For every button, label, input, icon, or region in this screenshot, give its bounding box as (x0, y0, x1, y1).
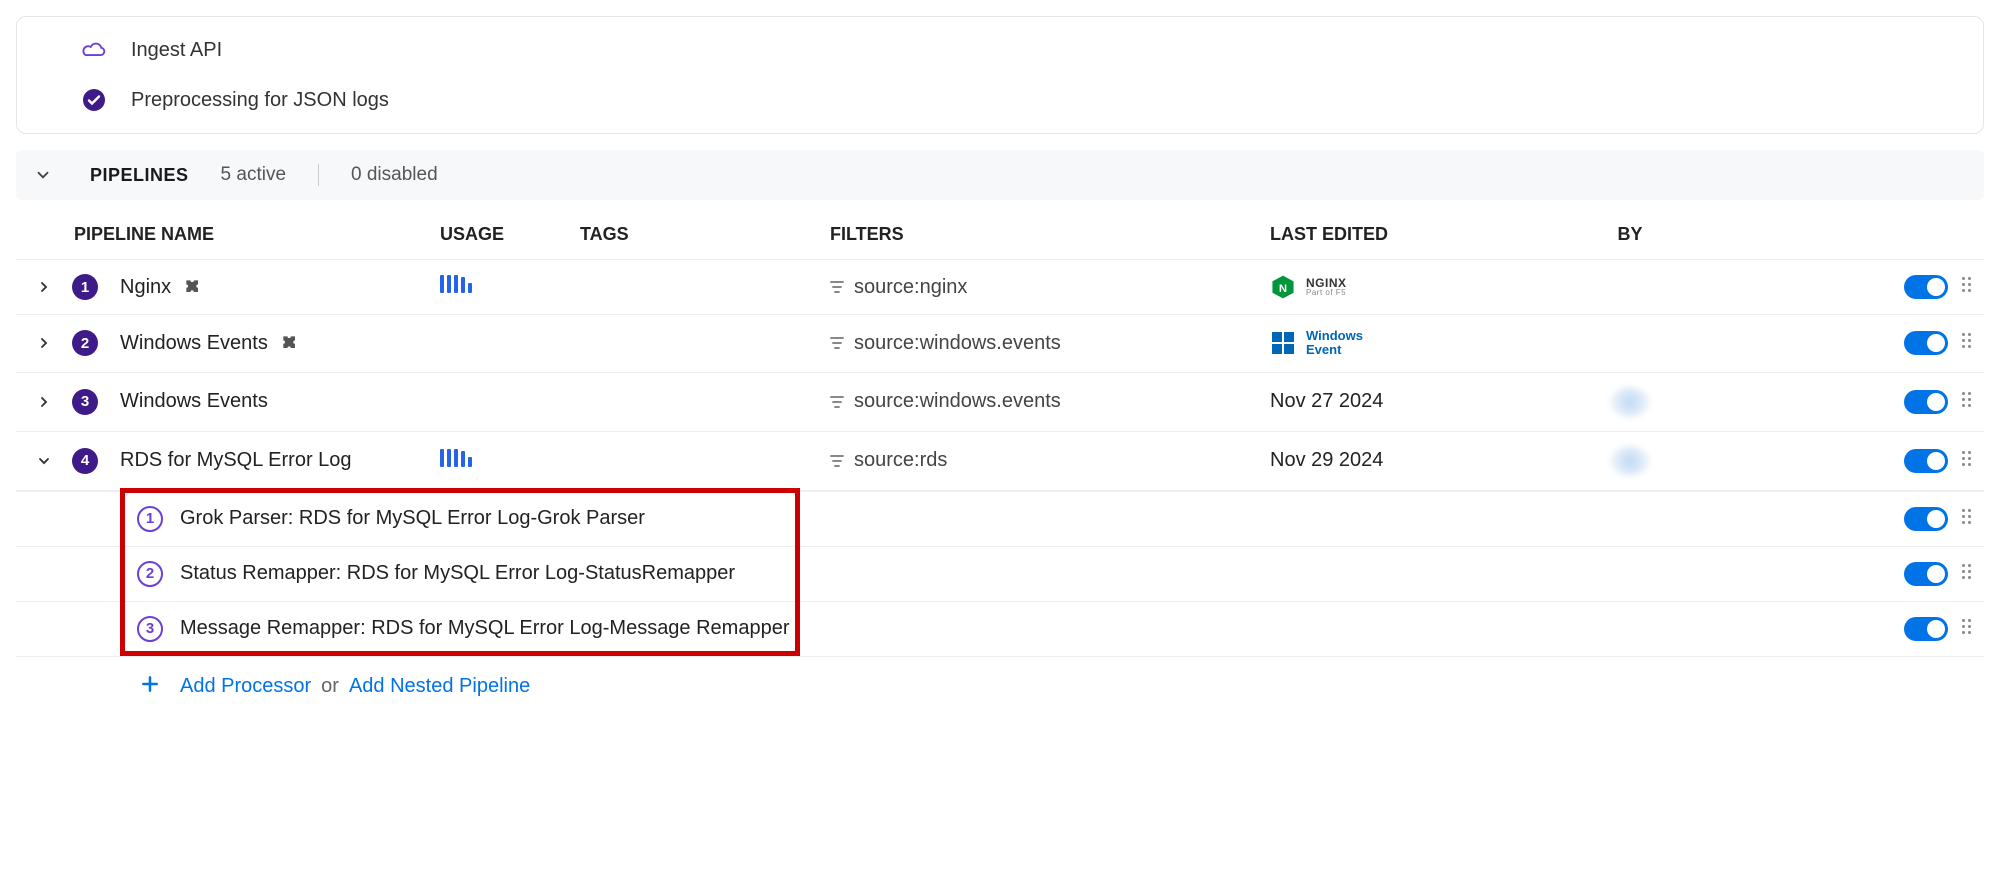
drag-handle[interactable] (1962, 277, 1972, 297)
divider (318, 164, 319, 186)
filter-cell: source:windows.events (830, 390, 1270, 413)
pipelines-bar: PIPELINES 5 active 0 disabled (16, 150, 1984, 200)
expand-toggle[interactable] (16, 335, 72, 351)
row-number: 3 (72, 389, 98, 415)
add-processor-link[interactable]: Add Processor (180, 675, 311, 698)
pipeline-row[interactable]: 3 Windows Events source:windows.events N… (16, 372, 1984, 431)
add-row: Add Processor or Add Nested Pipeline (16, 656, 1984, 717)
logo-text: NGINXPart of F5 (1306, 277, 1347, 297)
editor-cell: Nov 27 2024 (1270, 390, 1550, 413)
ingest-row: Ingest API (17, 25, 1983, 75)
filter-cell: source:rds (830, 449, 1270, 472)
pipeline-row[interactable]: 4 RDS for MySQL Error Log source:rds Nov… (16, 431, 1984, 491)
filter-text: source:rds (854, 449, 947, 472)
filter-text: source:windows.events (854, 332, 1061, 355)
last-edited-date: Nov 29 2024 (1270, 449, 1383, 472)
filter-cell: source:windows.events (830, 332, 1270, 355)
pipeline-name: RDS for MySQL Error Log (120, 449, 440, 472)
processor-number: 3 (137, 616, 163, 642)
svg-text:N: N (1279, 283, 1287, 295)
toggle-enabled[interactable] (1904, 617, 1948, 641)
puzzle-icon (183, 277, 203, 297)
last-edited-date: Nov 27 2024 (1270, 390, 1383, 413)
active-count: 5 active (221, 164, 286, 186)
table-header: PIPELINE NAME USAGE TAGS FILTERS LAST ED… (16, 210, 1984, 259)
expand-toggle[interactable] (16, 279, 72, 295)
toggle-enabled[interactable] (1904, 331, 1948, 355)
or-text: or (321, 675, 339, 698)
filter-text: source:windows.events (854, 390, 1061, 413)
editor-cell: N NGINXPart of F5 (1270, 274, 1550, 300)
drag-handle[interactable] (1962, 564, 1972, 584)
drag-handle[interactable] (1962, 392, 1972, 412)
pipelines-title: PIPELINES (90, 165, 189, 186)
pipeline-name: Nginx (120, 276, 440, 299)
header-card: Ingest API Preprocessing for JSON logs (16, 16, 1984, 134)
usage-cell (440, 449, 580, 473)
editor-cell: WindowsEvent (1270, 329, 1550, 358)
filter-icon (830, 336, 844, 350)
windows-logo (1270, 330, 1296, 356)
filter-cell: source:nginx (830, 276, 1270, 299)
toggle-enabled[interactable] (1904, 562, 1948, 586)
logo-text: WindowsEvent (1306, 329, 1363, 358)
processor-name: Status Remapper: RDS for MySQL Error Log… (180, 562, 1864, 585)
preproc-label: Preprocessing for JSON logs (131, 89, 389, 112)
processor-name: Grok Parser: RDS for MySQL Error Log-Gro… (180, 507, 1864, 530)
expand-toggle[interactable] (16, 453, 72, 469)
by-cell (1550, 446, 1710, 476)
row-number: 1 (72, 274, 98, 300)
nginx-logo: N (1270, 274, 1296, 300)
expand-toggle[interactable] (16, 394, 72, 410)
avatar (1610, 387, 1650, 417)
usage-cell (440, 275, 580, 299)
by-cell (1550, 387, 1710, 417)
collapse-icon[interactable] (34, 166, 52, 184)
filter-icon (830, 280, 844, 294)
col-tags: TAGS (580, 224, 830, 245)
processor-row[interactable]: 3 Message Remapper: RDS for MySQL Error … (16, 601, 1984, 656)
cloud-icon (81, 37, 107, 63)
ingest-label: Ingest API (131, 39, 222, 62)
pipeline-name: Windows Events (120, 332, 440, 355)
pipeline-name: Windows Events (120, 390, 440, 413)
col-filters: FILTERS (830, 224, 1270, 245)
col-by: BY (1550, 224, 1710, 245)
col-last-edited: LAST EDITED (1270, 224, 1550, 245)
filter-text: source:nginx (854, 276, 967, 299)
processor-row[interactable]: 1 Grok Parser: RDS for MySQL Error Log-G… (16, 491, 1984, 546)
toggle-enabled[interactable] (1904, 390, 1948, 414)
filter-icon (830, 395, 844, 409)
drag-handle[interactable] (1962, 509, 1972, 529)
drag-handle[interactable] (1962, 619, 1972, 639)
col-name: PIPELINE NAME (72, 224, 440, 245)
editor-cell: Nov 29 2024 (1270, 449, 1550, 472)
toggle-enabled[interactable] (1904, 449, 1948, 473)
toggle-enabled[interactable] (1904, 275, 1948, 299)
sub-rows-container: 1 Grok Parser: RDS for MySQL Error Log-G… (16, 491, 1984, 656)
pipelines-table: PIPELINE NAME USAGE TAGS FILTERS LAST ED… (16, 210, 1984, 717)
avatar (1610, 446, 1650, 476)
usage-bars (440, 275, 472, 293)
puzzle-icon (280, 333, 300, 353)
row-number: 4 (72, 448, 98, 474)
filter-icon (830, 454, 844, 468)
pipeline-row[interactable]: 1 Nginx source:nginx N NGINXPart of F5 (16, 259, 1984, 314)
processor-row[interactable]: 2 Status Remapper: RDS for MySQL Error L… (16, 546, 1984, 601)
add-nested-link[interactable]: Add Nested Pipeline (349, 675, 530, 698)
processor-number: 2 (137, 561, 163, 587)
preproc-row: Preprocessing for JSON logs (17, 75, 1983, 125)
drag-handle[interactable] (1962, 333, 1972, 353)
processor-number: 1 (137, 506, 163, 532)
row-number: 2 (72, 330, 98, 356)
toggle-enabled[interactable] (1904, 507, 1948, 531)
col-usage: USAGE (440, 224, 580, 245)
check-circle-icon (81, 87, 107, 113)
usage-bars (440, 449, 472, 467)
processor-name: Message Remapper: RDS for MySQL Error Lo… (180, 617, 1864, 640)
pipeline-row[interactable]: 2 Windows Events source:windows.events W… (16, 314, 1984, 372)
drag-handle[interactable] (1962, 451, 1972, 471)
disabled-count: 0 disabled (351, 164, 438, 186)
plus-icon[interactable] (120, 673, 180, 701)
